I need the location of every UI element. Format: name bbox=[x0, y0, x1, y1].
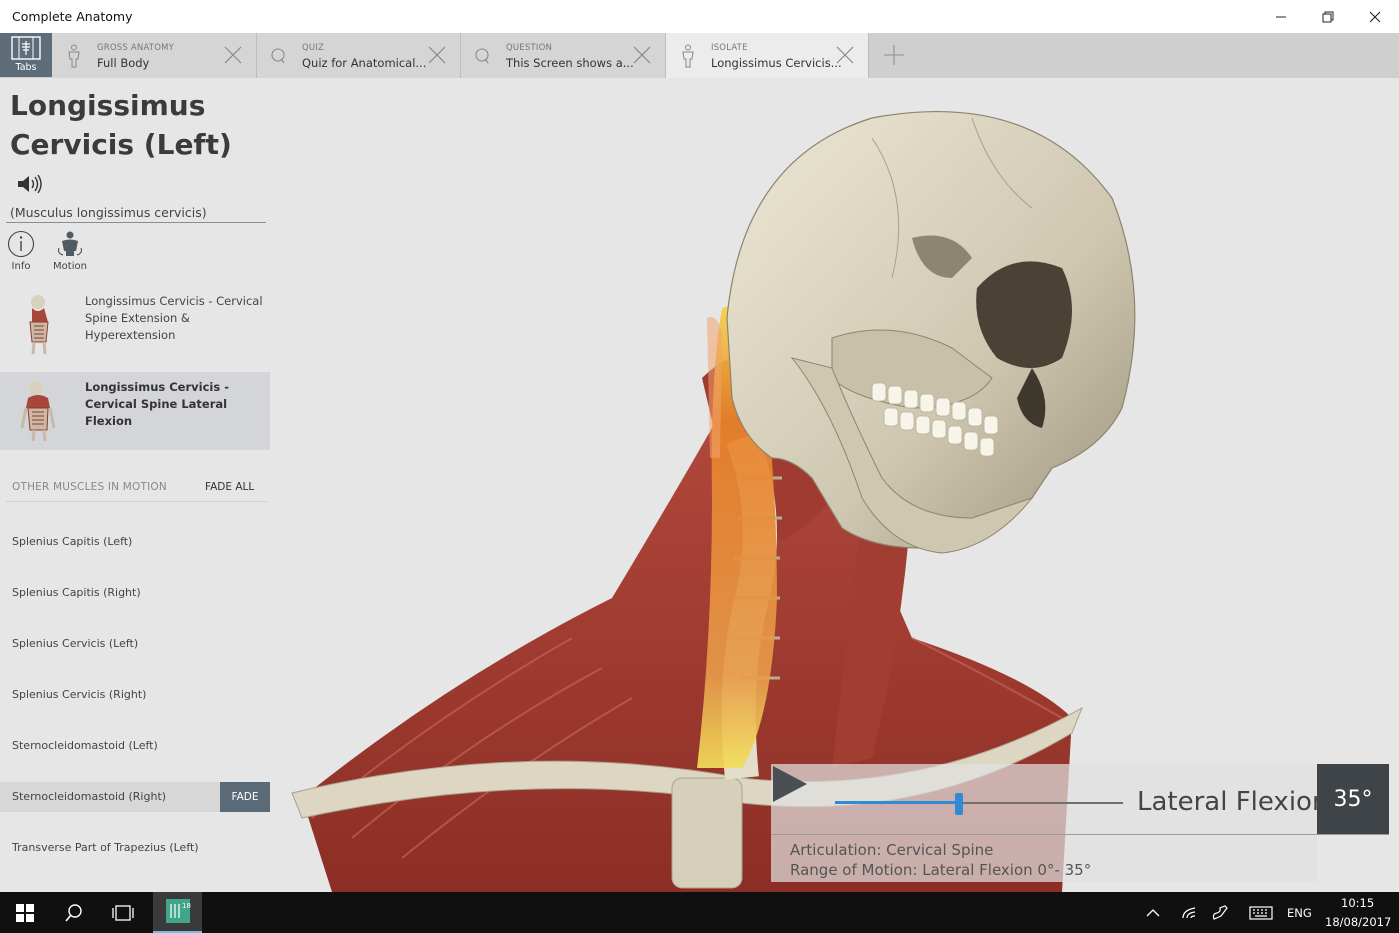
divider bbox=[6, 222, 266, 223]
title-bar: Complete Anatomy bbox=[0, 0, 1399, 33]
tab-name: This Screen shows a... bbox=[506, 56, 634, 70]
anatomy-viewport[interactable]: Lateral Flexion: 35° Articulation: Cervi… bbox=[272, 78, 1399, 892]
other-muscle-item[interactable]: Splenius Cervicis (Right) bbox=[0, 680, 270, 710]
other-muscle-label: Splenius Cervicis (Right) bbox=[12, 688, 147, 701]
info-icon bbox=[7, 230, 35, 258]
other-muscle-item[interactable]: Splenius Cervicis (Left) bbox=[0, 629, 270, 659]
touch-keyboard-button[interactable] bbox=[1246, 892, 1276, 933]
angle-value: 35° bbox=[1317, 764, 1389, 835]
other-muscle-label: Splenius Capitis (Left) bbox=[12, 535, 133, 548]
motion-item-label: Longissimus Cervicis - Cervical Spine La… bbox=[85, 380, 229, 428]
show-hidden-icons-button[interactable] bbox=[1140, 892, 1166, 933]
other-muscle-label: Splenius Capitis (Right) bbox=[12, 586, 141, 599]
tab-name: Full Body bbox=[97, 56, 150, 70]
motion-item[interactable]: Longissimus Cervicis - Cervical Spine Ex… bbox=[0, 286, 270, 364]
close-icon bbox=[1369, 11, 1381, 22]
task-view-icon bbox=[111, 904, 134, 921]
other-muscle-item[interactable]: Transverse Part of Trapezius (Left) bbox=[0, 833, 270, 863]
info-label: Info bbox=[11, 261, 31, 272]
tab-quiz[interactable]: QUIZ Quiz for Anatomical... bbox=[257, 33, 461, 78]
add-tab-icon[interactable] bbox=[882, 43, 906, 67]
motion-label: Motion bbox=[53, 261, 87, 272]
windows-logo-icon bbox=[15, 903, 34, 922]
info-button[interactable]: Info bbox=[6, 230, 36, 272]
structure-panel: Longissimus Cervicis (Left) (Musculus lo… bbox=[0, 78, 272, 892]
tab-kind: GROSS ANATOMY bbox=[97, 43, 175, 53]
structure-title: Longissimus Cervicis (Left) bbox=[10, 89, 232, 161]
motion-item-selected[interactable]: Longissimus Cervicis - Cervical Spine La… bbox=[0, 372, 270, 450]
keyboard-icon bbox=[1249, 905, 1273, 920]
other-muscle-label: Sternocleidomastoid (Left) bbox=[12, 739, 158, 752]
pen-workspace-button[interactable] bbox=[1207, 892, 1233, 933]
close-window-button[interactable] bbox=[1352, 0, 1398, 33]
chevron-up-icon bbox=[1146, 908, 1160, 916]
speaker-icon[interactable] bbox=[16, 173, 44, 195]
motion-item-label: Longissimus Cervicis - Cervical Spine Ex… bbox=[85, 294, 263, 342]
quiz-icon bbox=[271, 48, 285, 64]
restore-icon bbox=[1322, 11, 1334, 22]
divider bbox=[771, 834, 1389, 835]
close-tab-icon[interactable] bbox=[633, 46, 651, 64]
motion-slider-fill bbox=[835, 801, 959, 804]
fade-button[interactable]: FADE bbox=[220, 782, 270, 812]
minimize-button[interactable] bbox=[1258, 0, 1304, 33]
close-tab-icon[interactable] bbox=[224, 46, 242, 64]
app-title: Complete Anatomy bbox=[12, 9, 133, 24]
tab-name: Longissimus Cervicis... bbox=[711, 56, 842, 70]
input-language[interactable]: ENG bbox=[1287, 906, 1312, 920]
latin-name: (Musculus longissimus cervicis) bbox=[10, 205, 207, 220]
other-muscle-item-hovered[interactable]: Sternocleidomastoid (Right) FADE bbox=[0, 782, 270, 812]
other-muscle-item[interactable]: Splenius Capitis (Right) bbox=[0, 578, 270, 608]
pen-icon bbox=[1212, 904, 1228, 920]
range-of-motion-text: Range of Motion: Lateral Flexion 0°- 35° bbox=[790, 861, 1092, 879]
search-button[interactable] bbox=[49, 892, 98, 933]
close-tab-icon[interactable] bbox=[428, 46, 446, 64]
motion-thumbnail bbox=[29, 295, 49, 355]
motion-thumbnail bbox=[20, 381, 56, 442]
tab-kind: QUIZ bbox=[302, 43, 325, 53]
motion-icon bbox=[57, 231, 83, 256]
tab-kind: QUESTION bbox=[506, 43, 553, 53]
tab-question[interactable]: QUESTION This Screen shows a... bbox=[461, 33, 666, 78]
restore-button[interactable] bbox=[1305, 0, 1351, 33]
articulation-text: Articulation: Cervical Spine bbox=[790, 841, 994, 859]
motion-button[interactable]: Motion bbox=[50, 230, 90, 272]
close-tab-icon[interactable] bbox=[836, 46, 854, 64]
minimize-icon bbox=[1276, 16, 1286, 17]
other-muscle-label: Splenius Cervicis (Left) bbox=[12, 637, 139, 650]
clock-date[interactable]: 18/08/2017 bbox=[1325, 915, 1391, 929]
taskbar-app-complete-anatomy[interactable]: 18 bbox=[153, 892, 202, 933]
tabs-button-label: Tabs bbox=[15, 62, 37, 73]
complete-anatomy-app-icon: 18 bbox=[166, 899, 191, 923]
taskbar: 18 ENG 10:15 18/08/2017 bbox=[0, 892, 1399, 933]
other-muscle-item[interactable]: Sternocleidomastoid (Left) bbox=[0, 731, 270, 761]
other-muscles-header: OTHER MUSCLES IN MOTION bbox=[12, 481, 167, 493]
search-icon bbox=[64, 903, 82, 922]
wifi-icon bbox=[1182, 906, 1196, 918]
play-icon[interactable] bbox=[771, 764, 811, 804]
quiz-icon bbox=[475, 48, 489, 64]
tabs-icon bbox=[11, 36, 41, 60]
tab-name: Quiz for Anatomical... bbox=[302, 56, 427, 70]
app-badge: 18 bbox=[182, 902, 191, 910]
other-muscle-item[interactable]: Splenius Capitis (Left) bbox=[0, 527, 270, 557]
divider bbox=[6, 501, 268, 502]
tab-strip: Tabs GROSS ANATOMY Full Body QUIZ Quiz f… bbox=[0, 33, 1399, 78]
tab-gross-anatomy[interactable]: GROSS ANATOMY Full Body bbox=[52, 33, 257, 78]
tab-isolate[interactable]: ISOLATE Longissimus Cervicis... bbox=[666, 33, 869, 78]
start-button[interactable] bbox=[0, 892, 49, 933]
tab-kind: ISOLATE bbox=[711, 43, 748, 53]
task-view-button[interactable] bbox=[98, 892, 147, 933]
person-icon bbox=[682, 44, 694, 68]
motion-controls: Lateral Flexion: 35° Articulation: Cervi… bbox=[771, 764, 1389, 882]
person-icon bbox=[68, 44, 80, 68]
other-muscle-label: Transverse Part of Trapezius (Left) bbox=[12, 841, 199, 854]
clock-time[interactable]: 10:15 bbox=[1341, 896, 1374, 910]
fade-all-button[interactable]: FADE ALL bbox=[205, 481, 254, 493]
motion-name-label: Lateral Flexion: bbox=[1137, 787, 1338, 817]
motion-slider-thumb[interactable] bbox=[954, 793, 963, 815]
tabs-button[interactable]: Tabs bbox=[0, 33, 52, 77]
network-button[interactable] bbox=[1176, 892, 1202, 933]
other-muscle-label: Sternocleidomastoid (Right) bbox=[12, 790, 167, 803]
